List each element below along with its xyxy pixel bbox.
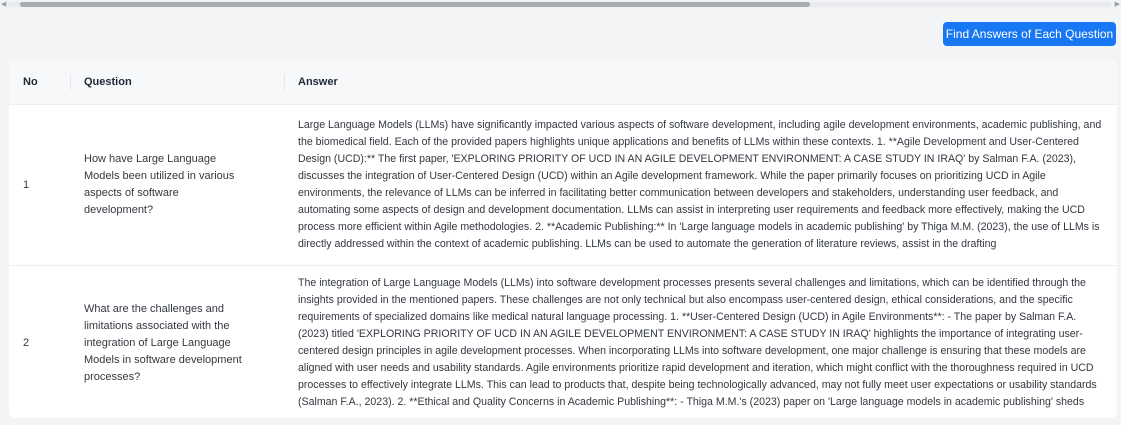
- table-row: 2 What are the challenges and limitation…: [9, 265, 1117, 418]
- question-cell: What are the challenges and limitations …: [70, 265, 284, 418]
- qa-table-container: No Question Answer 1 How have Large Lang…: [9, 60, 1117, 418]
- scroll-left-icon[interactable]: ◀: [1, 0, 6, 9]
- table-row: 1 How have Large Language Models been ut…: [9, 104, 1117, 266]
- find-answers-button[interactable]: Find Answers of Each Question: [943, 22, 1116, 46]
- row-number: 2: [9, 265, 70, 418]
- row-number: 1: [9, 104, 70, 266]
- column-header-question: Question: [70, 60, 284, 105]
- horizontal-scrollbar[interactable]: ◀ ▶: [0, 0, 1121, 9]
- answer-cell: The integration of Large Language Models…: [284, 265, 1117, 418]
- scrollbar-thumb[interactable]: [20, 2, 810, 7]
- table-header-row: No Question Answer: [9, 60, 1117, 105]
- column-header-no: No: [9, 60, 70, 105]
- question-cell: How have Large Language Models been util…: [70, 104, 284, 266]
- scroll-right-icon[interactable]: ▶: [1115, 0, 1120, 9]
- qa-table: No Question Answer 1 How have Large Lang…: [9, 60, 1117, 418]
- answer-cell: Large Language Models (LLMs) have signif…: [284, 104, 1117, 266]
- column-header-answer: Answer: [284, 60, 1117, 105]
